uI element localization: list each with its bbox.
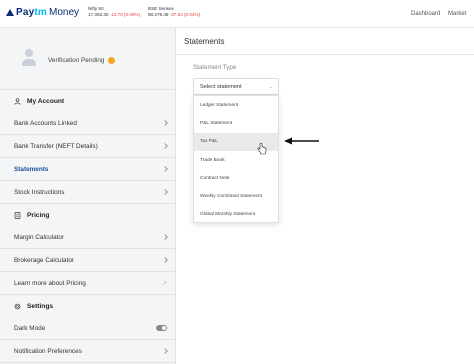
sidebar-item-brokerage-calculator[interactable]: Brokerage Calculator	[0, 249, 175, 272]
option-pl-statement[interactable]: P&L Statement	[194, 114, 278, 132]
ticker-value: 17,363.30	[88, 12, 109, 17]
logo-paytm: Paytm	[16, 7, 48, 18]
ticker-nifty[interactable]: Nifty 50 17,363.30 -13.70 (0.09%)	[88, 6, 140, 18]
chevron-right-icon	[162, 189, 168, 195]
page-title: Statements	[184, 37, 225, 46]
avatar	[22, 49, 36, 67]
chevron-right-icon	[162, 166, 168, 172]
sidebar-item-bank-accounts[interactable]: Bank Accounts Linked	[0, 112, 175, 135]
gear-icon	[14, 303, 21, 309]
chevron-right-icon	[162, 143, 168, 149]
section-pricing: Pricing	[0, 204, 175, 226]
divider	[176, 54, 474, 55]
select-value: Select statement	[200, 83, 242, 90]
chevron-down-icon: ⌄	[268, 83, 273, 90]
top-bar: Paytm Money Nifty 50 17,363.30 -13.70 (0…	[0, 0, 474, 28]
chevron-right-icon	[162, 234, 168, 240]
chevron-right-icon	[162, 348, 168, 354]
sidebar-item-notification-preferences[interactable]: Notification Preferences	[0, 340, 175, 363]
ticker-sensex[interactable]: BSE Sensex 58,279.48 -37.63 (0.03%)	[148, 6, 200, 18]
statement-type-select[interactable]: Select statement ⌄	[193, 78, 279, 95]
section-settings: Settings	[0, 295, 175, 317]
ticker-value: 58,279.48	[148, 12, 169, 17]
logo-money: Money	[49, 7, 80, 18]
ticker-change: -13.70 (0.09%)	[109, 12, 141, 17]
dark-mode-toggle[interactable]	[156, 325, 167, 331]
sidebar-item-dark-mode[interactable]: Dark Mode	[0, 317, 175, 340]
hand-cursor-icon	[257, 143, 267, 155]
verification-status: Verification Pending	[48, 57, 115, 64]
statement-dropdown-menu: Ledger Statement P&L Statement Tax P&L T…	[193, 95, 279, 223]
sidebar-item-bank-transfer[interactable]: Bank Transfer (NEFT Details)	[0, 135, 175, 158]
option-contract-note[interactable]: Contract Note	[194, 169, 278, 187]
option-ledger-statement[interactable]: Ledger Statement	[194, 96, 278, 114]
sidebar: Verification Pending My Account Bank Acc…	[0, 28, 176, 364]
section-my-account: My Account	[0, 90, 175, 112]
paytm-money-logo[interactable]: Paytm Money	[6, 7, 79, 18]
external-link-icon: ↗	[161, 280, 167, 287]
profile-card[interactable]: Verification Pending	[0, 28, 175, 90]
sidebar-item-margin-calculator[interactable]: Margin Calculator	[0, 226, 175, 249]
nav-dashboard[interactable]: Dashboard	[411, 11, 440, 17]
chevron-right-icon	[162, 120, 168, 126]
option-global-monthly-statement[interactable]: Global Monthly Statement	[194, 206, 278, 224]
nav-market[interactable]: Market	[448, 11, 466, 17]
sidebar-item-statements[interactable]: Statements	[0, 158, 175, 181]
user-icon	[14, 97, 21, 105]
option-weekly-combined-statement[interactable]: Weekly Combined Statement	[194, 187, 278, 205]
chevron-right-icon	[162, 257, 168, 263]
ticker-change: -37.63 (0.03%)	[169, 12, 201, 17]
sidebar-item-learn-pricing[interactable]: Learn more about Pricing ↗	[0, 272, 175, 295]
pointer-arrow-icon	[284, 137, 319, 145]
sidebar-item-stock-instructions[interactable]: Stock Instructions	[0, 181, 175, 204]
pending-badge-icon	[107, 57, 115, 64]
document-icon	[14, 211, 21, 219]
logo-triangle-icon	[6, 9, 14, 16]
statement-type-label: Statement Type	[193, 64, 237, 71]
